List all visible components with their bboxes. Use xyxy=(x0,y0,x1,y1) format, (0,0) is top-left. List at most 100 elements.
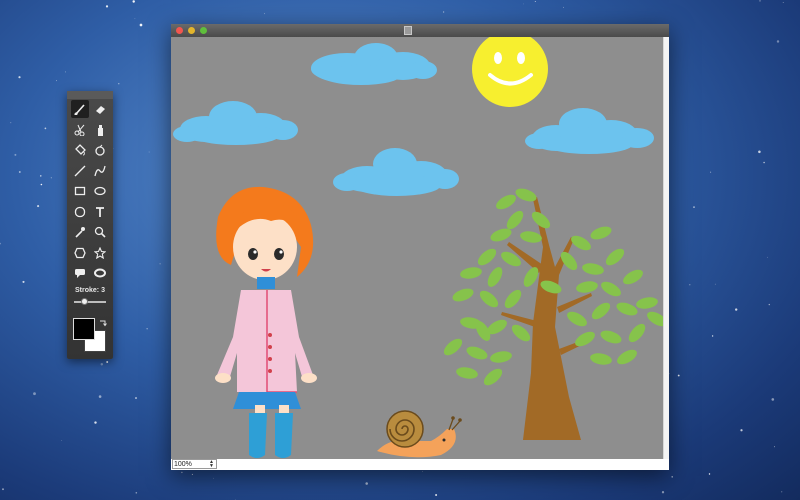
oval-icon xyxy=(94,268,106,278)
tree-leaf xyxy=(479,290,499,308)
star xyxy=(98,395,102,398)
star xyxy=(159,263,161,265)
star xyxy=(40,183,43,186)
tree-leaf xyxy=(466,346,488,360)
tool-brush-button[interactable] xyxy=(71,100,89,118)
snail xyxy=(377,410,462,458)
star xyxy=(776,40,780,43)
star xyxy=(64,71,66,73)
tree-leaf xyxy=(647,311,663,327)
star xyxy=(106,361,109,363)
tree-leaf xyxy=(590,353,612,365)
tree-leaf xyxy=(617,349,637,365)
stroke-slider[interactable] xyxy=(74,298,106,305)
drawing-artwork xyxy=(173,37,663,458)
tree-leaf xyxy=(460,267,482,279)
brush-icon xyxy=(74,104,85,115)
star xyxy=(18,76,21,79)
star xyxy=(442,11,445,13)
zoom-level-value: 100% xyxy=(174,461,192,468)
tree-leaf xyxy=(506,210,524,230)
cloud-top xyxy=(311,43,437,85)
tool-speech-bubble-button[interactable] xyxy=(71,264,89,282)
tree-leaf xyxy=(600,330,622,344)
star-icon xyxy=(94,246,106,259)
tree-leaf xyxy=(477,248,497,266)
tree-leaf xyxy=(504,289,522,309)
star xyxy=(523,3,524,5)
rounded-rectangle-icon xyxy=(74,206,86,217)
tool-scissors-button[interactable] xyxy=(71,121,89,139)
tree-leaf xyxy=(628,323,646,343)
hexagon-icon xyxy=(74,247,86,258)
scissors-icon xyxy=(74,124,85,136)
stroke-slider-knob[interactable] xyxy=(80,298,88,305)
star xyxy=(661,491,665,494)
star xyxy=(735,308,738,311)
foreground-color-swatch[interactable] xyxy=(73,318,95,340)
star xyxy=(771,398,775,401)
tool-ellipse-button[interactable] xyxy=(91,182,109,200)
tree-leaf xyxy=(496,194,516,210)
star xyxy=(773,446,776,448)
tree-leaf xyxy=(571,235,591,251)
cloud-left xyxy=(173,101,298,145)
tool-eyedropper-button[interactable] xyxy=(71,223,89,241)
curve-icon xyxy=(94,165,106,176)
tree-leaf xyxy=(636,297,658,309)
tool-rounded-rectangle-button[interactable] xyxy=(71,203,89,221)
star xyxy=(563,6,565,8)
spray-can-icon xyxy=(98,124,103,136)
palette-title-bar[interactable] xyxy=(67,91,113,99)
eyedropper-icon xyxy=(75,227,85,238)
star xyxy=(44,127,47,130)
star xyxy=(37,205,40,208)
swap-colors-icon[interactable] xyxy=(99,319,107,327)
ellipse-icon xyxy=(94,186,106,196)
smiling-sun xyxy=(472,37,548,107)
tool-rectangle-button[interactable] xyxy=(71,182,89,200)
tool-zoom-button[interactable] xyxy=(91,223,109,241)
tree-leaf xyxy=(582,263,604,275)
tree-leaf xyxy=(605,248,625,266)
zoom-level-select[interactable]: 100% ▲ ▼ xyxy=(172,459,217,469)
star xyxy=(118,83,120,85)
star xyxy=(708,473,711,475)
tree-leaf xyxy=(623,269,643,285)
star xyxy=(146,328,148,330)
star xyxy=(181,471,183,474)
paint-bucket-icon xyxy=(75,144,86,156)
star xyxy=(134,18,136,20)
tree-leaf xyxy=(456,367,478,379)
tool-oval-button[interactable] xyxy=(91,264,109,282)
window-title-bar[interactable] xyxy=(171,24,669,37)
star xyxy=(759,0,761,2)
tool-hexagon-button[interactable] xyxy=(71,244,89,262)
tool-spray-can-button[interactable] xyxy=(91,121,109,139)
star xyxy=(758,150,761,154)
vertical-scrollbar[interactable] xyxy=(663,37,669,459)
drawing-canvas[interactable] xyxy=(171,37,663,459)
tool-spray-tool-button[interactable] xyxy=(91,141,109,159)
tree-leaf xyxy=(443,338,463,356)
tool-paint-bucket-button[interactable] xyxy=(71,141,89,159)
close-window-button[interactable] xyxy=(176,27,183,34)
star xyxy=(61,440,63,441)
tool-text-button[interactable] xyxy=(91,203,109,221)
tool-curve-button[interactable] xyxy=(91,162,109,180)
zoom-window-button[interactable] xyxy=(200,27,207,34)
star xyxy=(0,242,1,245)
star xyxy=(18,171,21,173)
minimize-window-button[interactable] xyxy=(188,27,195,34)
star xyxy=(740,429,743,432)
zoom-stepper-icon[interactable]: ▲ ▼ xyxy=(209,460,214,469)
tool-line-button[interactable] xyxy=(71,162,89,180)
tool-eraser-button[interactable] xyxy=(91,100,109,118)
star xyxy=(689,284,691,286)
tool-star-button[interactable] xyxy=(91,244,109,262)
star xyxy=(50,177,52,179)
star xyxy=(10,122,12,124)
tree-leaf xyxy=(511,324,531,342)
cloud-right xyxy=(525,108,654,154)
star xyxy=(94,421,97,424)
